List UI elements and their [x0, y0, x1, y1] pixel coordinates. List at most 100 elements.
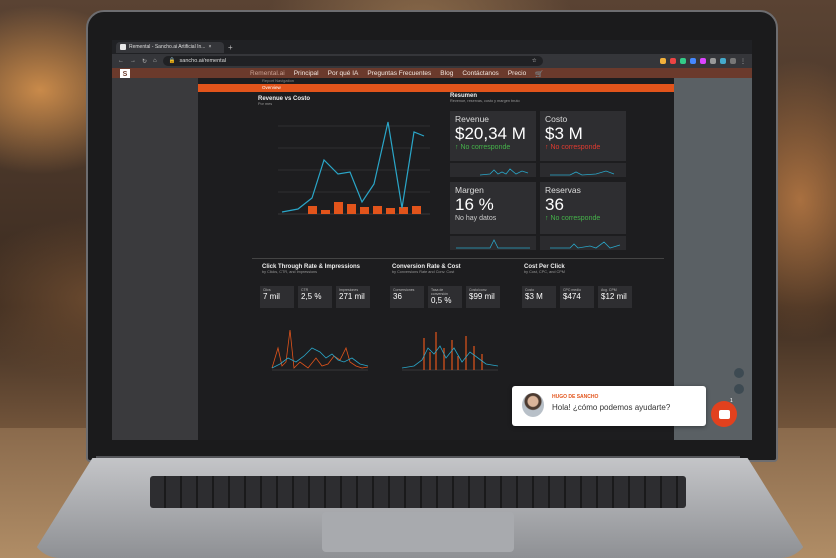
back-icon[interactable]: ← [118, 58, 124, 64]
revenue-chart-subtitle: Por mes [258, 102, 273, 106]
cost-bar [373, 206, 382, 214]
kpi-sparkline [540, 163, 626, 177]
kpi-change: ↑ No corresponde [545, 215, 601, 222]
new-tab-button[interactable]: + [228, 43, 233, 52]
mini-kpi: Avg. CPM $12 mil [598, 286, 632, 308]
nav-link[interactable]: Preguntas Frecuentes [367, 70, 431, 78]
revenue-vs-cost-chart [278, 121, 430, 215]
kpi-change: ↑ No corresponde [545, 144, 601, 151]
extension-icon[interactable] [670, 57, 676, 64]
extension-icon[interactable] [700, 57, 706, 64]
tab-title: Remental - Sancho.ai Artificial In... [129, 44, 206, 50]
resumen-subtitle: Revenue, reservas, costo y margen bruto [450, 99, 520, 103]
chat-unread-badge: 1 [730, 398, 733, 404]
kpi-label: Costo [545, 114, 568, 124]
conversion-chart [401, 332, 499, 371]
mini-kpi: Impresiones 271 mil [336, 286, 370, 308]
section-subtitle: by Clicks, CTR, and Impressions [262, 270, 318, 274]
laptop-keyboard [150, 476, 686, 508]
reload-icon[interactable]: ↻ [142, 58, 147, 65]
chat-message: Hola! ¿cómo podemos ayudarte? [552, 403, 671, 412]
cart-icon[interactable]: 🛒 [535, 70, 543, 78]
chat-popup[interactable]: HUGO DE SANCHO Hola! ¿cómo podemos ayuda… [512, 386, 706, 426]
kpi-change: ↑ No corresponde [455, 144, 511, 151]
bookmark-star-icon[interactable]: ☆ [532, 58, 537, 64]
scroll-up-icon[interactable] [734, 368, 744, 378]
cost-bar [334, 202, 343, 214]
mini-kpi: Costo $3 M [522, 286, 556, 308]
nav-link[interactable]: Remental.ai [250, 70, 285, 78]
mini-kpi: Costo/conv. $99 mil [466, 286, 500, 308]
kpi-value: $20,34 M [455, 124, 526, 143]
browser-tab-bar: Remental - Sancho.ai Artificial In... × … [112, 40, 752, 54]
mini-kpi-label: Tasa de conversión [431, 288, 448, 296]
kpi-costo: Costo $3 M ↑ No corresponde [540, 111, 626, 161]
kpi-label: Margen [455, 185, 484, 195]
extension-icon[interactable] [690, 57, 696, 64]
mini-kpi-value: $474 [563, 292, 581, 301]
menu-kebab-icon[interactable]: ⋮ [740, 58, 746, 65]
nav-link[interactable]: Blog [440, 70, 453, 78]
revenue-line [281, 121, 425, 213]
extension-icon[interactable] [680, 57, 686, 64]
laptop-screen: Remental - Sancho.ai Artificial In... × … [112, 40, 752, 440]
cost-bar [321, 210, 330, 214]
mini-kpi-value: $12 mil [601, 292, 627, 301]
mini-kpi-value: $3 M [525, 292, 543, 301]
browser-tab[interactable]: Remental - Sancho.ai Artificial In... × [116, 41, 224, 53]
report-tab-overview[interactable]: Overview [198, 84, 674, 92]
home-icon[interactable]: ⌂ [153, 58, 157, 64]
mini-kpi: CPC medio $474 [560, 286, 594, 308]
chat-agent-name: HUGO DE SANCHO [552, 394, 599, 400]
kpi-change: No hay datos [455, 215, 497, 222]
kpi-sparkline [450, 236, 536, 250]
url-text: sancho.ai/remental [179, 58, 226, 64]
kpi-sparkline [540, 236, 626, 250]
resumen-header: Resumen Revenue, reservas, costo y marge… [450, 93, 520, 103]
mini-kpi-value: 36 [393, 292, 402, 301]
mini-kpi-value: 0,5 % [431, 296, 452, 305]
extension-icon[interactable] [660, 57, 666, 64]
forward-icon[interactable]: → [130, 58, 136, 64]
cost-bar [347, 204, 356, 214]
divider [252, 258, 664, 259]
nav-links: Remental.ai Principal Por qué IA Pregunt… [250, 70, 543, 78]
mini-kpi: Tasa de conversión 0,5 % [428, 286, 462, 308]
left-background-panel [112, 78, 198, 440]
cost-bar [308, 206, 317, 214]
section-conversion-header: Conversion Rate & Cost by Conversions Ra… [392, 264, 461, 274]
kpi-value: 16 % [455, 195, 494, 214]
section-subtitle: by Cost, CPC, and CPM [524, 270, 565, 274]
kpi-value: 36 [545, 195, 564, 214]
cost-bar [412, 206, 421, 214]
mini-kpi-value: $99 mil [469, 292, 495, 301]
address-bar-row: ← → ↻ ⌂ 🔒 sancho.ai/remental ☆ ⋮ [112, 54, 752, 68]
nav-link[interactable]: Precio [508, 70, 526, 78]
kpi-label: Reservas [545, 185, 581, 195]
mini-kpi-value: 2,5 % [301, 292, 322, 301]
favicon-icon [120, 44, 126, 50]
nav-link[interactable]: Contáctanos [462, 70, 499, 78]
mini-kpi: Clics 7 mil [260, 286, 294, 308]
cost-bar [399, 207, 408, 214]
extension-icon[interactable] [710, 57, 716, 64]
extensions-bar: ⋮ [660, 57, 746, 65]
kpi-sparkline [450, 163, 536, 177]
nav-link[interactable]: Principal [294, 70, 319, 78]
kpi-reservas: Reservas 36 ↑ No corresponde [540, 182, 626, 234]
section-ctr-header: Click Through Rate & Impressions by Clic… [262, 264, 360, 274]
url-field[interactable]: 🔒 sancho.ai/remental ☆ [162, 56, 543, 66]
extension-icon[interactable] [720, 57, 726, 64]
chat-bubble-icon [718, 409, 730, 419]
nav-link[interactable]: Por qué IA [328, 70, 359, 78]
mini-kpi-value: 271 mil [339, 292, 365, 301]
scroll-down-icon[interactable] [734, 384, 744, 394]
close-icon[interactable]: × [208, 44, 211, 50]
chat-launcher-button[interactable] [711, 401, 737, 427]
website: S Remental.ai Principal Por qué IA Pregu… [112, 68, 752, 440]
kpi-value: $3 M [545, 124, 583, 143]
kpi-revenue: Revenue $20,34 M ↑ No corresponde [450, 111, 536, 161]
cost-bar [360, 207, 369, 214]
kpi-margen: Margen 16 % No hay datos [450, 182, 536, 234]
profile-icon[interactable] [730, 57, 736, 64]
